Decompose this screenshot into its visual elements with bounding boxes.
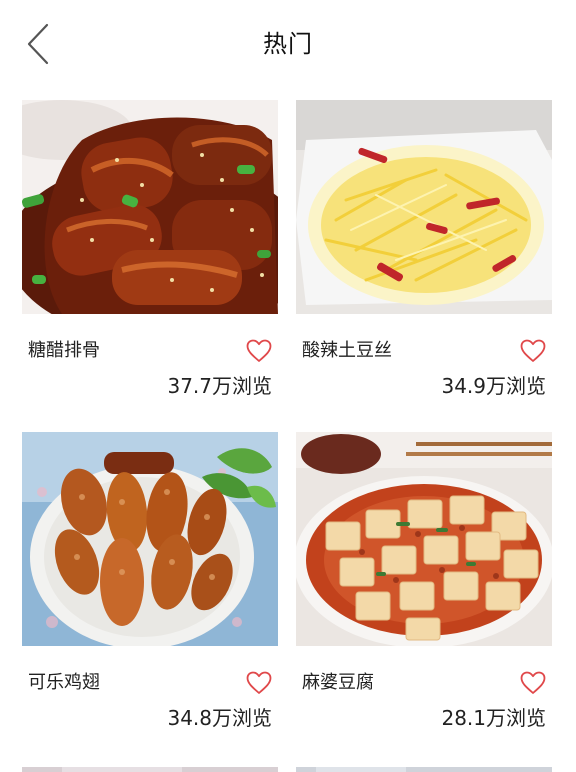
like-button[interactable] [518, 668, 548, 698]
like-button[interactable] [244, 336, 274, 366]
recipe-card[interactable]: 酸辣土豆丝 34.9万浏览 [296, 100, 552, 410]
heart-outline-icon [520, 339, 546, 362]
recipe-photo[interactable] [22, 762, 278, 772]
view-count: 28.1万浏览 [441, 706, 546, 730]
recipe-name: 麻婆豆腐 [302, 672, 374, 693]
view-count: 34.8万浏览 [167, 706, 272, 730]
recipe-card[interactable]: 糖醋排骨 37.7万浏览 [22, 100, 278, 410]
recipe-photo[interactable] [296, 432, 552, 646]
recipe-card[interactable]: 麻婆豆腐 28.1万浏览 [296, 432, 552, 742]
recipe-name: 可乐鸡翅 [28, 672, 100, 693]
view-count: 37.7万浏览 [167, 374, 272, 398]
recipe-photo[interactable] [22, 432, 278, 646]
recipe-name: 糖醋排骨 [28, 340, 100, 361]
recipe-photo[interactable] [296, 762, 552, 772]
like-button[interactable] [518, 336, 548, 366]
recipe-card[interactable]: 可乐鸡翅 34.8万浏览 [22, 432, 278, 742]
recipe-grid: 糖醋排骨 37.7万浏览 酸辣土豆丝 34.9万浏览 可乐鸡翅 34.8万浏览 … [0, 0, 576, 772]
heart-outline-icon [520, 671, 546, 694]
like-button[interactable] [244, 668, 274, 698]
heart-outline-icon [246, 671, 272, 694]
heart-outline-icon [246, 339, 272, 362]
recipe-photo[interactable] [22, 100, 278, 314]
view-count: 34.9万浏览 [441, 374, 546, 398]
recipe-photo[interactable] [296, 100, 552, 314]
recipe-name: 酸辣土豆丝 [302, 340, 392, 361]
